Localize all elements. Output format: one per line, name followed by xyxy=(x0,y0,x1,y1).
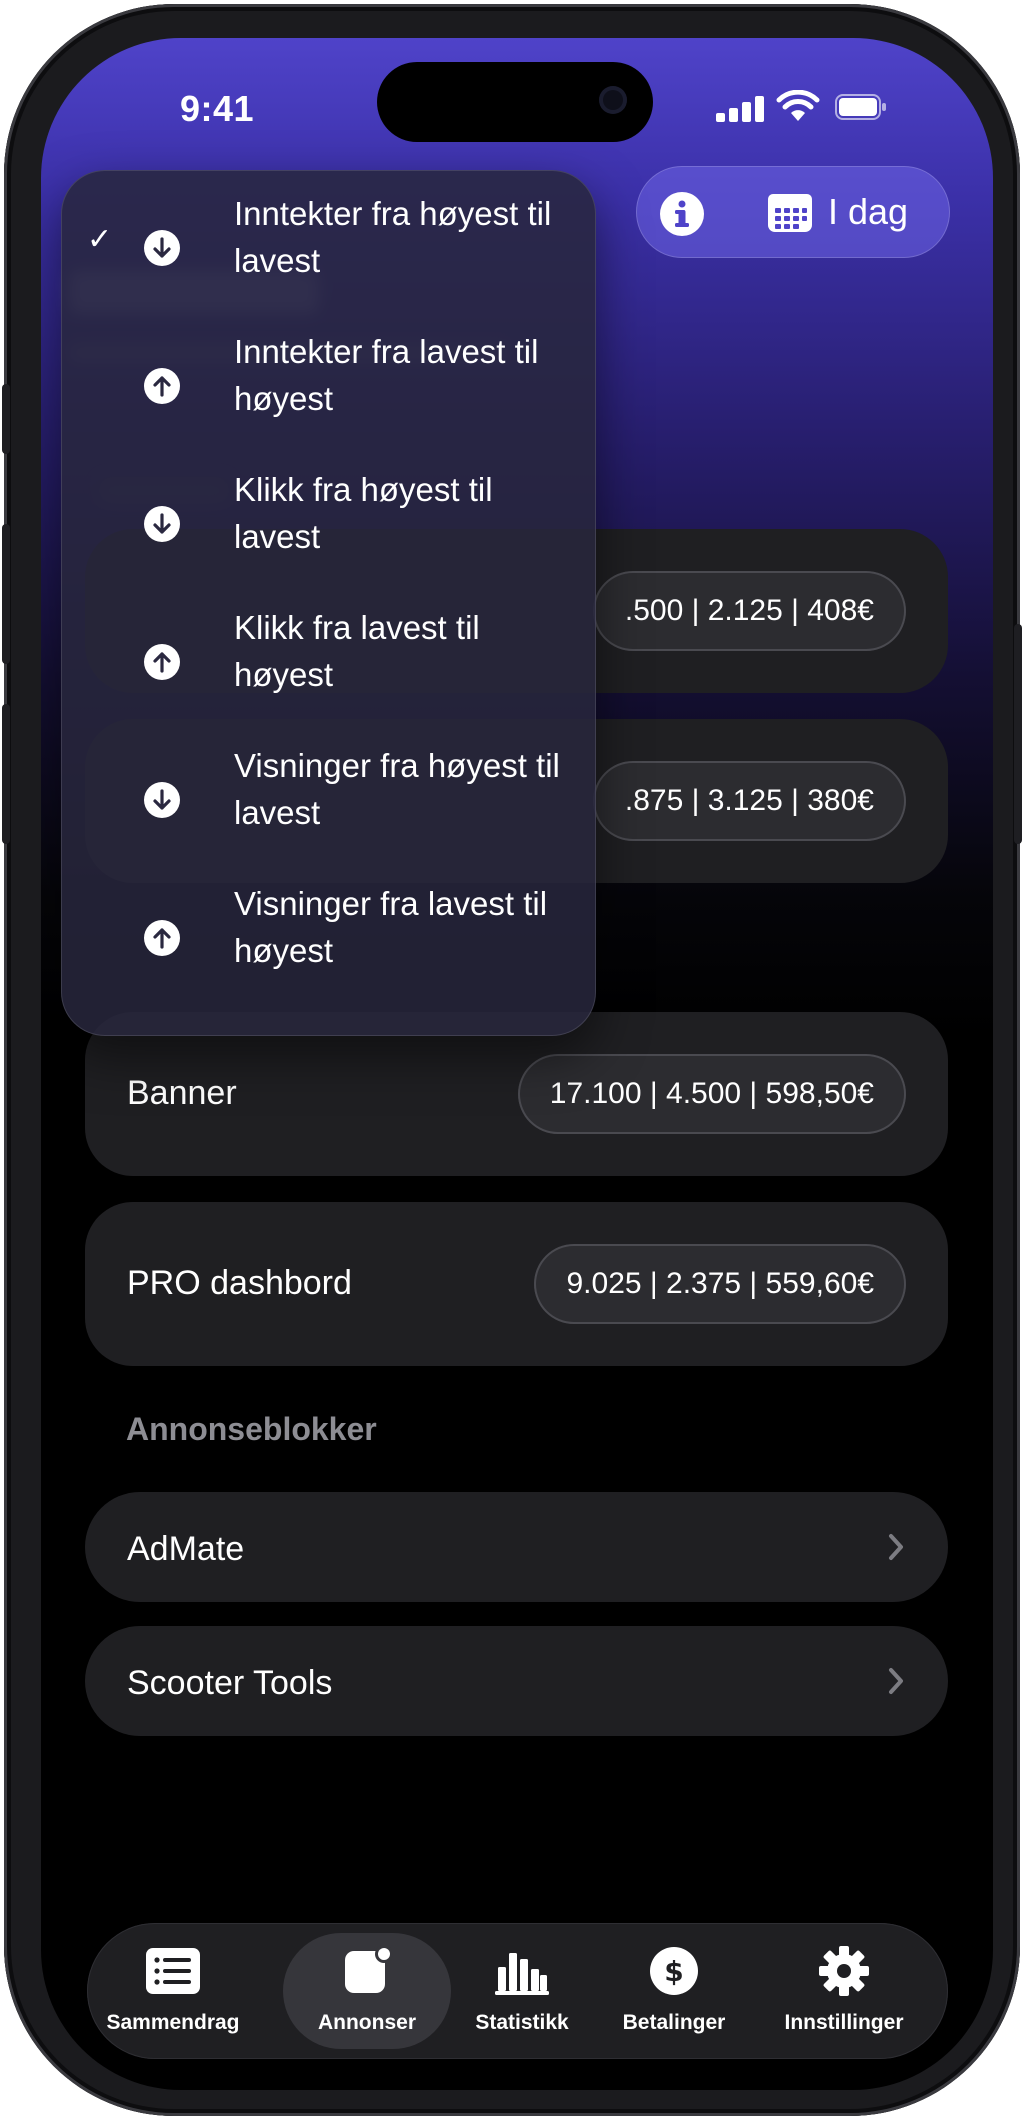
sort-option-label: Klikk fra lavest til høyest xyxy=(234,609,480,693)
tab-label: Sammendrag xyxy=(106,2011,240,2034)
tab-sammendrag[interactable]: Sammendrag xyxy=(93,1923,253,2059)
tab-statistikk[interactable]: Statistikk xyxy=(447,1923,597,2059)
arrow-up-circle-icon xyxy=(144,920,180,956)
dynamic-island xyxy=(377,62,653,142)
calendar-icon xyxy=(768,194,812,232)
camera-icon xyxy=(599,86,627,114)
phone-frame: 9:41 I dag .500 | 2.125 | 408€ .875 | 3.… xyxy=(2,4,1022,2116)
arrow-up-circle-icon xyxy=(144,368,180,404)
dollar-icon: $ xyxy=(650,1947,698,1995)
sort-option-views-asc[interactable]: Visninger fra lavest til høyest xyxy=(61,868,596,1006)
tab-label: Statistikk xyxy=(475,2011,569,2034)
sort-option-income-desc[interactable]: ✓ Inntekter fra høyest til lavest xyxy=(61,178,596,316)
chevron-right-icon xyxy=(889,1534,903,1560)
volume-up-button xyxy=(2,524,10,664)
sort-option-clicks-desc[interactable]: Klikk fra høyest til lavest xyxy=(61,454,596,592)
header-actions: I dag xyxy=(636,166,950,258)
sort-option-label: Klikk fra høyest til lavest xyxy=(234,471,493,555)
screen: 9:41 I dag .500 | 2.125 | 408€ .875 | 3.… xyxy=(41,38,993,2090)
adblocker-row-scooter-tools[interactable]: Scooter Tools xyxy=(85,1626,948,1736)
adblocker-label: Scooter Tools xyxy=(127,1664,333,1702)
tab-label: Innstillinger xyxy=(784,2011,904,2034)
arrow-down-circle-icon xyxy=(144,506,180,542)
ad-card-pro-dashbord[interactable]: PRO dashbord 9.025 | 2.375 | 559,60€ xyxy=(85,1202,948,1366)
ad-card-banner[interactable]: Banner 17.100 | 4.500 | 598,50€ xyxy=(85,1012,948,1176)
tab-bar: Sammendrag Annonser Statistikk $ Betalin… xyxy=(87,1923,948,2059)
sort-option-label: Visninger fra lavest til høyest xyxy=(234,885,548,969)
ad-card-label: PRO dashbord xyxy=(127,1264,352,1302)
adblocker-label: AdMate xyxy=(127,1530,245,1568)
tab-annonser[interactable]: Annonser xyxy=(283,1933,451,2049)
cellular-signal-icon xyxy=(716,96,764,122)
tab-label: Betalinger xyxy=(622,2011,726,2034)
ads-badge-icon xyxy=(345,1945,393,1993)
volume-down-button xyxy=(2,704,10,844)
bar-chart-icon xyxy=(495,1953,549,1995)
ad-card-label: Banner xyxy=(127,1074,237,1112)
sort-option-label: Inntekter fra lavest til høyest xyxy=(234,333,539,417)
ad-stats-pill: .500 | 2.125 | 408€ xyxy=(592,571,906,651)
gear-icon xyxy=(819,1946,869,1996)
tab-label: Annonser xyxy=(317,2011,416,2034)
action-button xyxy=(2,384,10,454)
tab-innstillinger[interactable]: Innstillinger xyxy=(759,1923,929,2059)
sort-option-views-desc[interactable]: Visninger fra høyest til lavest xyxy=(61,730,596,868)
sort-menu: ✓ Inntekter fra høyest til lavest Inntek… xyxy=(61,170,596,1036)
adblocker-row-admate[interactable]: AdMate xyxy=(85,1492,948,1602)
arrow-down-circle-icon xyxy=(144,782,180,818)
date-filter-label: I dag xyxy=(828,191,909,232)
tab-betalinger[interactable]: $ Betalinger xyxy=(599,1923,749,2059)
arrow-up-circle-icon xyxy=(144,644,180,680)
power-button xyxy=(1014,624,1022,844)
status-time: 9:41 xyxy=(180,88,255,129)
status-bar: 9:41 xyxy=(41,38,993,168)
info-icon xyxy=(675,200,689,227)
sort-option-income-asc[interactable]: Inntekter fra lavest til høyest xyxy=(61,316,596,454)
list-icon xyxy=(146,1948,200,1994)
ad-stats-pill: 17.100 | 4.500 | 598,50€ xyxy=(517,1054,906,1134)
chevron-right-icon xyxy=(889,1668,903,1694)
ad-stats-pill: 9.025 | 2.375 | 559,60€ xyxy=(534,1244,906,1324)
info-button[interactable] xyxy=(660,192,704,236)
ad-stats-pill: .875 | 3.125 | 380€ xyxy=(592,761,906,841)
sort-option-clicks-asc[interactable]: Klikk fra lavest til høyest xyxy=(61,592,596,730)
checkmark-icon: ✓ xyxy=(87,223,113,256)
battery-icon xyxy=(835,94,886,120)
date-filter-button[interactable]: I dag xyxy=(766,182,908,242)
sort-option-label: Visninger fra høyest til lavest xyxy=(234,747,560,831)
arrow-down-circle-icon xyxy=(144,230,180,266)
wifi-icon xyxy=(776,90,820,121)
svg-text:$: $ xyxy=(664,1955,683,1988)
sort-option-label: Inntekter fra høyest til lavest xyxy=(234,195,552,279)
section-title-adblockers: Annonseblokker xyxy=(126,1411,377,1447)
